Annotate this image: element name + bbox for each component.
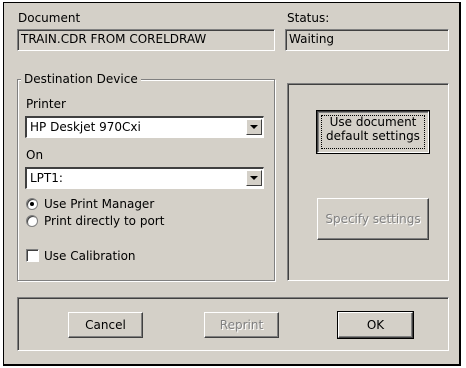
document-label: Document bbox=[18, 11, 81, 25]
on-label: On bbox=[26, 148, 44, 162]
port-select[interactable]: LPT1: bbox=[25, 167, 264, 189]
printer-label: Printer bbox=[26, 97, 66, 111]
status-value: Waiting bbox=[289, 32, 335, 46]
button-label: Reprint bbox=[219, 318, 264, 332]
document-field: TRAIN.CDR FROM CORELDRAW bbox=[17, 29, 275, 51]
printer-value: HP Deskjet 970Cxi bbox=[30, 120, 141, 134]
radio-label: Print directly to port bbox=[44, 214, 165, 228]
document-value: TRAIN.CDR FROM CORELDRAW bbox=[21, 32, 207, 46]
checkbox[interactable] bbox=[26, 249, 39, 262]
checkbox-label: Use Calibration bbox=[44, 249, 136, 263]
button-label: Specify settings bbox=[325, 212, 421, 226]
button-label: OK bbox=[366, 318, 385, 332]
reprint-button[interactable]: Reprint bbox=[204, 312, 279, 338]
print-dialog: Document TRAIN.CDR FROM CORELDRAW Status… bbox=[3, 2, 461, 366]
use-document-defaults-button[interactable]: Use document default settings bbox=[316, 110, 430, 154]
radio-label: Use Print Manager bbox=[44, 197, 155, 211]
radio-button[interactable] bbox=[26, 215, 38, 227]
status-label: Status: bbox=[287, 11, 330, 25]
specify-settings-button[interactable]: Specify settings bbox=[317, 198, 429, 240]
port-value: LPT1: bbox=[30, 171, 63, 185]
button-label-line1: Use document bbox=[329, 115, 417, 129]
cancel-button[interactable]: Cancel bbox=[68, 312, 143, 338]
status-field: Waiting bbox=[285, 29, 449, 51]
chevron-down-icon[interactable] bbox=[246, 119, 262, 135]
chevron-down-icon[interactable] bbox=[246, 170, 262, 186]
radio-button-selected[interactable] bbox=[26, 198, 38, 210]
ok-button[interactable]: OK bbox=[337, 311, 414, 339]
button-label: Cancel bbox=[85, 318, 126, 332]
destination-device-title: Destination Device bbox=[21, 72, 141, 86]
printer-select[interactable]: HP Deskjet 970Cxi bbox=[25, 116, 264, 138]
button-label-line2: default settings bbox=[326, 129, 420, 143]
